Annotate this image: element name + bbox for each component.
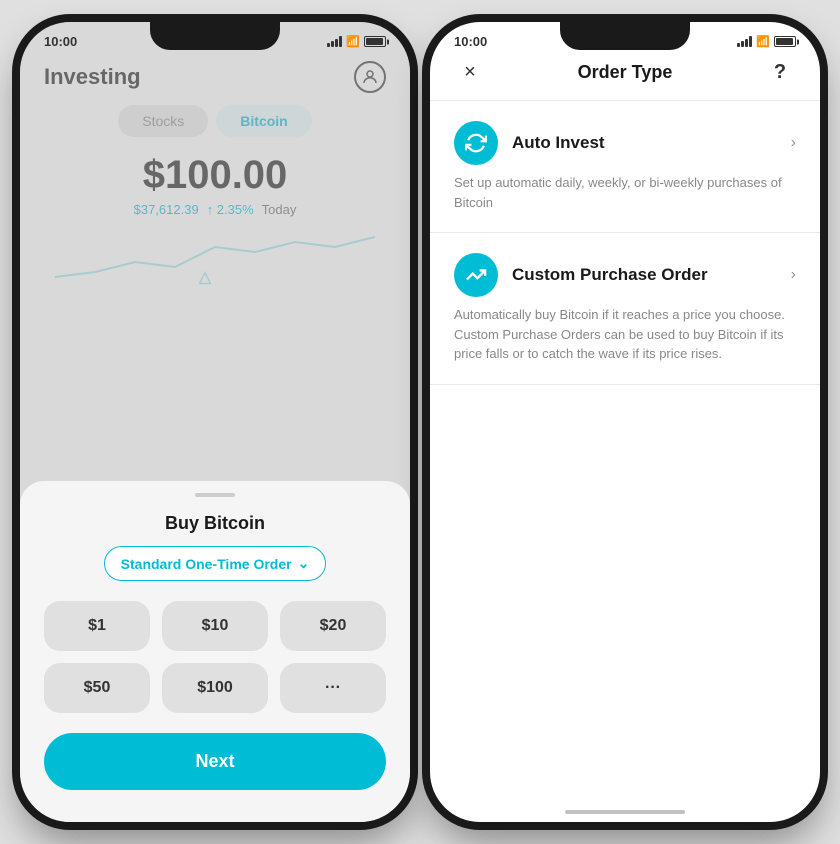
wifi-icon-right: 📶 xyxy=(756,35,770,48)
custom-purchase-chevron-icon: › xyxy=(791,266,796,284)
signal-icon xyxy=(327,36,342,47)
right-phone: 10:00 📶 × Order Type ? xyxy=(430,22,820,822)
bottom-sheet: Buy Bitcoin Standard One-Time Order ⌄ $1… xyxy=(20,481,410,822)
battery-icon-right xyxy=(774,36,796,47)
custom-purchase-icon xyxy=(454,253,498,297)
amount-btn-5[interactable]: ··· xyxy=(280,663,386,713)
sheet-title: Buy Bitcoin xyxy=(44,513,386,534)
dropdown-chevron-icon: ⌄ xyxy=(298,555,310,572)
next-button[interactable]: Next xyxy=(44,733,386,790)
auto-invest-chevron-icon: › xyxy=(791,134,796,152)
amount-btn-3[interactable]: $50 xyxy=(44,663,150,713)
time-left: 10:00 xyxy=(44,34,77,49)
notch-right xyxy=(560,22,690,50)
amount-btn-0[interactable]: $1 xyxy=(44,601,150,651)
order-type-label: Standard One-Time Order xyxy=(121,556,292,572)
order-type-button[interactable]: Standard One-Time Order ⌄ xyxy=(104,546,327,581)
amount-btn-2[interactable]: $20 xyxy=(280,601,386,651)
custom-purchase-description: Automatically buy Bitcoin if it reaches … xyxy=(454,305,796,364)
custom-purchase-option[interactable]: Custom Purchase Order › Automatically bu… xyxy=(430,233,820,385)
order-type-title: Order Type xyxy=(578,62,673,83)
custom-purchase-row: Custom Purchase Order › xyxy=(454,253,796,297)
status-icons-left: 📶 xyxy=(327,35,386,48)
signal-icon-right xyxy=(737,36,752,47)
auto-invest-label: Auto Invest xyxy=(512,133,791,153)
status-icons-right: 📶 xyxy=(737,35,796,48)
left-phone: 10:00 📶 Investing Stocks Bitcoin xyxy=(20,22,410,822)
time-right: 10:00 xyxy=(454,34,487,49)
auto-invest-row: Auto Invest › xyxy=(454,121,796,165)
notch xyxy=(150,22,280,50)
amount-btn-4[interactable]: $100 xyxy=(162,663,268,713)
battery-icon xyxy=(364,36,386,47)
amount-btn-1[interactable]: $10 xyxy=(162,601,268,651)
amount-grid: $1 $10 $20 $50 $100 ··· xyxy=(44,601,386,713)
close-button[interactable]: × xyxy=(454,61,486,84)
home-indicator-right xyxy=(565,810,685,814)
custom-purchase-label: Custom Purchase Order xyxy=(512,265,791,285)
auto-invest-description: Set up automatic daily, weekly, or bi-we… xyxy=(454,173,796,212)
sheet-handle xyxy=(195,493,235,497)
auto-invest-icon xyxy=(454,121,498,165)
wifi-icon: 📶 xyxy=(346,35,360,48)
order-type-header: × Order Type ? xyxy=(430,53,820,101)
help-button[interactable]: ? xyxy=(764,61,796,84)
auto-invest-option[interactable]: Auto Invest › Set up automatic daily, we… xyxy=(430,101,820,233)
